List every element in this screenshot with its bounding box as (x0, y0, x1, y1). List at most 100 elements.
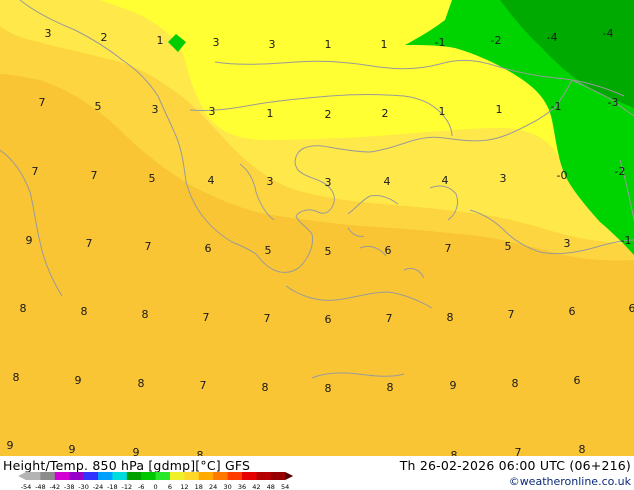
color-scale-block (54, 472, 70, 480)
temp-label: 8 (197, 449, 204, 456)
credit-link[interactable]: ©weatheronline.co.uk (509, 475, 631, 488)
temp-label: 3 (267, 175, 274, 188)
color-scale-block (69, 472, 84, 480)
temp-label: 3 (213, 36, 220, 49)
temp-label: 8 (387, 381, 394, 394)
temp-label: 1 (496, 103, 503, 116)
temp-label: 9 (450, 379, 457, 392)
temp-label: 9 (133, 446, 140, 456)
temp-label: 3 (269, 38, 276, 51)
temp-label: 8 (81, 305, 88, 318)
temp-label: 8 (262, 381, 269, 394)
temp-label: 8 (579, 443, 586, 456)
temp-label: 8 (451, 449, 458, 456)
color-scale-ticks: -54 -48 -42 -38 -30 -24 -18 -12 -6 0 6 12 18 24 30 36 42… (21, 483, 290, 490)
color-scale-block (98, 472, 113, 480)
color-scale-tick: 54 (281, 483, 289, 490)
temperature-map: 3 2 1 3 3 1 1 -1 -2 -4 -4 7 5 3 3 1 2 2 1 1 -1 -3 7 7 5 4 3 3 4 4 3 -0 -… (0, 0, 634, 456)
temp-label: 9 (69, 443, 76, 456)
temp-label: 1 (325, 38, 332, 51)
temp-label: -4 (603, 27, 614, 40)
color-scale-block (256, 472, 272, 480)
temp-label: 7 (203, 311, 210, 324)
color-scale-blocks (18, 472, 294, 480)
color-scale-tick: 36 (238, 483, 246, 490)
color-scale-tick: -38 (64, 483, 75, 490)
color-scale-tick: -54 (21, 483, 32, 490)
temp-label: 6 (325, 313, 332, 326)
color-scale-block (184, 472, 200, 480)
temp-label: 6 (629, 302, 634, 315)
temp-label: 5 (505, 240, 512, 253)
color-scale-block (26, 472, 41, 480)
color-scale-tick: 48 (267, 483, 275, 490)
temp-label: 2 (382, 107, 389, 120)
color-scale-tick: -6 (138, 483, 144, 490)
color-scale-block (227, 472, 243, 480)
temp-label: 7 (515, 446, 522, 456)
color-scale-block (141, 472, 156, 480)
temp-label: 1 (439, 105, 446, 118)
temp-label: 6 (574, 374, 581, 387)
temp-label: -1 (621, 234, 632, 247)
temp-label: 8 (512, 377, 519, 390)
temp-label: 1 (267, 107, 274, 120)
temp-label: 8 (142, 308, 149, 321)
temp-label: 1 (157, 34, 164, 47)
color-scale: -54 -48 -42 -38 -30 -24 -18 -12 -6 0 6 12 18 24 30 36 42… (18, 472, 294, 490)
temp-label: 3 (500, 172, 507, 185)
color-scale-tick: 0 (154, 483, 158, 490)
color-scale-tick: -48 (35, 483, 46, 490)
temp-label: 4 (208, 174, 215, 187)
valid-time: Th 26-02-2026 06:00 UTC (06+216) (399, 458, 631, 473)
color-scale-left-arrow (18, 472, 26, 480)
color-scale-block (198, 472, 214, 480)
footer-bar: Height/Temp. 850 hPa [gdmp][°C] GFS Th 2… (0, 456, 634, 490)
temp-label: 8 (20, 302, 27, 315)
color-scale-block (155, 472, 171, 480)
color-scale-tick: -42 (49, 483, 60, 490)
color-scale-block (40, 472, 56, 480)
color-scale-block (170, 472, 185, 480)
color-scale-tick: 18 (195, 483, 203, 490)
temp-label: -0 (557, 169, 568, 182)
temp-label: 2 (325, 108, 332, 121)
temp-label: 4 (442, 174, 449, 187)
temp-label: 6 (385, 244, 392, 257)
temp-label: 7 (386, 312, 393, 325)
temp-label: -4 (547, 31, 558, 44)
color-scale-tick: 30 (223, 483, 231, 490)
temp-label: 3 (325, 176, 332, 189)
temp-label: 6 (205, 242, 212, 255)
temp-label: 8 (325, 382, 332, 395)
temp-label: 5 (95, 100, 102, 113)
temp-label: -3 (608, 96, 619, 109)
color-scale-block (112, 472, 128, 480)
temp-label: 9 (75, 374, 82, 387)
color-scale-tick: -24 (93, 483, 104, 490)
map-panel: 3 2 1 3 3 1 1 -1 -2 -4 -4 7 5 3 3 1 2 2 1 1 -1 -3 7 7 5 4 3 3 4 4 3 -0-… (0, 0, 634, 490)
temp-label: 9 (7, 439, 14, 452)
temp-label: 4 (384, 175, 391, 188)
color-scale-tick: 12 (180, 483, 188, 490)
color-scale-block (83, 472, 99, 480)
temp-label: 8 (138, 377, 145, 390)
color-scale-block (242, 472, 257, 480)
temp-label: 7 (200, 379, 207, 392)
color-scale-right-arrow (285, 472, 294, 480)
temp-label: 7 (39, 96, 46, 109)
temp-label: 7 (508, 308, 515, 321)
color-scale-tick: -18 (107, 483, 118, 490)
temp-label: 5 (149, 172, 156, 185)
temp-label: 6 (569, 305, 576, 318)
temp-label: 7 (445, 242, 452, 255)
color-scale-tick: -12 (121, 483, 132, 490)
temp-label: -1 (435, 36, 446, 49)
color-scale-tick: 6 (168, 483, 172, 490)
temp-label: 9 (26, 234, 33, 247)
color-scale-tick: -30 (78, 483, 89, 490)
temp-label: 3 (152, 103, 159, 116)
temp-label: 3 (209, 105, 216, 118)
temp-label: 8 (13, 371, 20, 384)
color-scale-block (213, 472, 228, 480)
